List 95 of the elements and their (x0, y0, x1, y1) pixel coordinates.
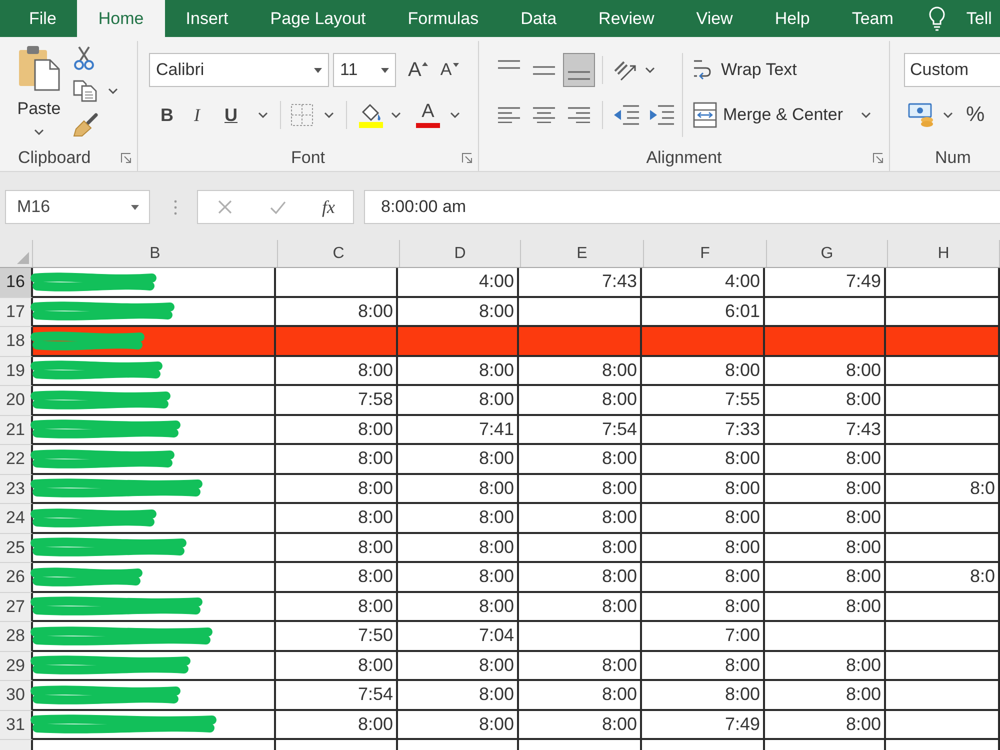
insert-function-button[interactable]: fx (322, 196, 335, 218)
caret-icon[interactable] (258, 112, 268, 118)
lightbulb-icon (929, 6, 946, 31)
percent-button[interactable]: % (966, 103, 985, 127)
decrease-indent-icon[interactable] (613, 105, 639, 125)
ribbon-tab[interactable]: Insert (164, 0, 250, 37)
caret-icon[interactable] (645, 67, 655, 73)
group-label: Num (935, 148, 971, 168)
row-header[interactable]: 26 (0, 563, 33, 592)
row-header[interactable]: 30 (0, 681, 33, 710)
row-header[interactable]: 21 (0, 416, 33, 445)
group-label: Font (290, 148, 326, 168)
number-format-field[interactable]: Custom (904, 53, 1000, 87)
row-header[interactable] (0, 740, 33, 750)
scissors-icon[interactable] (73, 46, 95, 70)
align-bottom-button[interactable] (563, 53, 595, 87)
copy-icon[interactable] (73, 80, 97, 102)
align-left-icon (498, 106, 520, 124)
caret-icon[interactable] (108, 88, 118, 94)
caret-icon[interactable] (943, 112, 953, 118)
row-header[interactable]: 29 (0, 652, 33, 681)
column-header[interactable]: F (644, 240, 767, 267)
diagonal-arrow-icon[interactable] (613, 59, 637, 81)
underline-button[interactable]: U (214, 104, 248, 126)
grip-dots-icon (174, 200, 177, 214)
caret-icon (314, 68, 322, 72)
up-caret-icon (422, 62, 428, 66)
paste-button[interactable]: Paste (15, 45, 63, 135)
align-middle-icon (533, 66, 555, 74)
check-icon[interactable] (270, 200, 286, 214)
increase-indent-icon[interactable] (648, 105, 674, 125)
row-header[interactable]: 25 (0, 534, 33, 563)
shrink-font-button[interactable]: A (440, 60, 459, 80)
paint-bucket-icon[interactable] (359, 102, 383, 128)
corner-arrow-icon[interactable] (873, 153, 883, 163)
caret-icon (34, 129, 44, 135)
money-icon[interactable] (908, 103, 934, 127)
grow-font-button[interactable]: A (408, 58, 428, 82)
ribbon-tab[interactable]: File (8, 0, 78, 37)
font-size-field[interactable]: 11 (333, 53, 396, 87)
column-header[interactable]: E (521, 240, 644, 267)
bold-button[interactable]: B (154, 104, 180, 126)
column-header[interactable]: G (767, 240, 888, 267)
ribbon-tab[interactable]: Page Layout (249, 0, 387, 37)
dashed-grid-icon[interactable] (291, 104, 313, 126)
column-header[interactable]: D (400, 240, 521, 267)
row-header[interactable]: 23 (0, 474, 33, 504)
brush-icon[interactable] (73, 113, 99, 137)
group-label: Clipboard (18, 148, 91, 168)
clipboard-icon (18, 45, 60, 91)
align-bottom-icon (568, 71, 590, 80)
caret-icon (131, 204, 139, 210)
down-caret-icon (452, 63, 459, 67)
column-header[interactable]: B (33, 240, 278, 267)
merge-cells-icon (693, 102, 717, 128)
corner-arrow-icon[interactable] (462, 153, 472, 163)
align-top-icon (498, 60, 520, 69)
wrap-text-button[interactable]: Wrap Text (693, 53, 871, 87)
align-right-icon (568, 106, 590, 124)
italic-button[interactable]: I (180, 104, 214, 126)
ribbon-tab[interactable]: View (675, 0, 754, 37)
caret-icon[interactable] (391, 112, 401, 118)
row-header[interactable]: 18 (0, 327, 33, 356)
formula-input[interactable]: 8:00:00 am (364, 190, 1000, 224)
row-header[interactable]: 27 (0, 592, 33, 622)
caret-icon (381, 68, 389, 72)
merge-center-button[interactable]: Merge & Center (693, 98, 871, 132)
row-header[interactable]: 16 (0, 268, 33, 298)
row-header[interactable]: 17 (0, 298, 33, 327)
caret-icon[interactable] (450, 112, 460, 118)
wrap-text-icon (693, 59, 711, 81)
color-bar-icon (416, 123, 440, 128)
row-header[interactable]: 19 (0, 356, 33, 386)
caret-icon[interactable] (324, 112, 334, 118)
row-header[interactable]: 31 (0, 710, 33, 740)
caret-icon (861, 112, 871, 118)
group-label: Alignment (646, 148, 722, 168)
row-header[interactable]: 22 (0, 445, 33, 474)
tell-me-button[interactable]: Tell (914, 0, 1000, 37)
row-header[interactable]: 20 (0, 386, 33, 416)
column-header[interactable]: C (278, 240, 400, 267)
font-color-button[interactable]: A (415, 102, 441, 128)
name-box[interactable]: M16 (5, 190, 150, 224)
ribbon-tab[interactable]: Team (830, 0, 914, 37)
ribbon-tab[interactable]: Home (77, 0, 165, 37)
align-center-icon (533, 106, 555, 124)
row-header[interactable]: 28 (0, 622, 33, 652)
column-header[interactable]: H (888, 240, 1000, 267)
ribbon-tab[interactable]: Data (500, 0, 578, 37)
ribbon-tab[interactable]: Help (754, 0, 831, 37)
font-name-field[interactable]: Calibri (149, 53, 329, 87)
corner-arrow-icon[interactable] (121, 153, 131, 163)
row-header[interactable]: 24 (0, 504, 33, 534)
ribbon-tab[interactable]: Review (578, 0, 676, 37)
ribbon-tab[interactable]: Formulas (386, 0, 500, 37)
